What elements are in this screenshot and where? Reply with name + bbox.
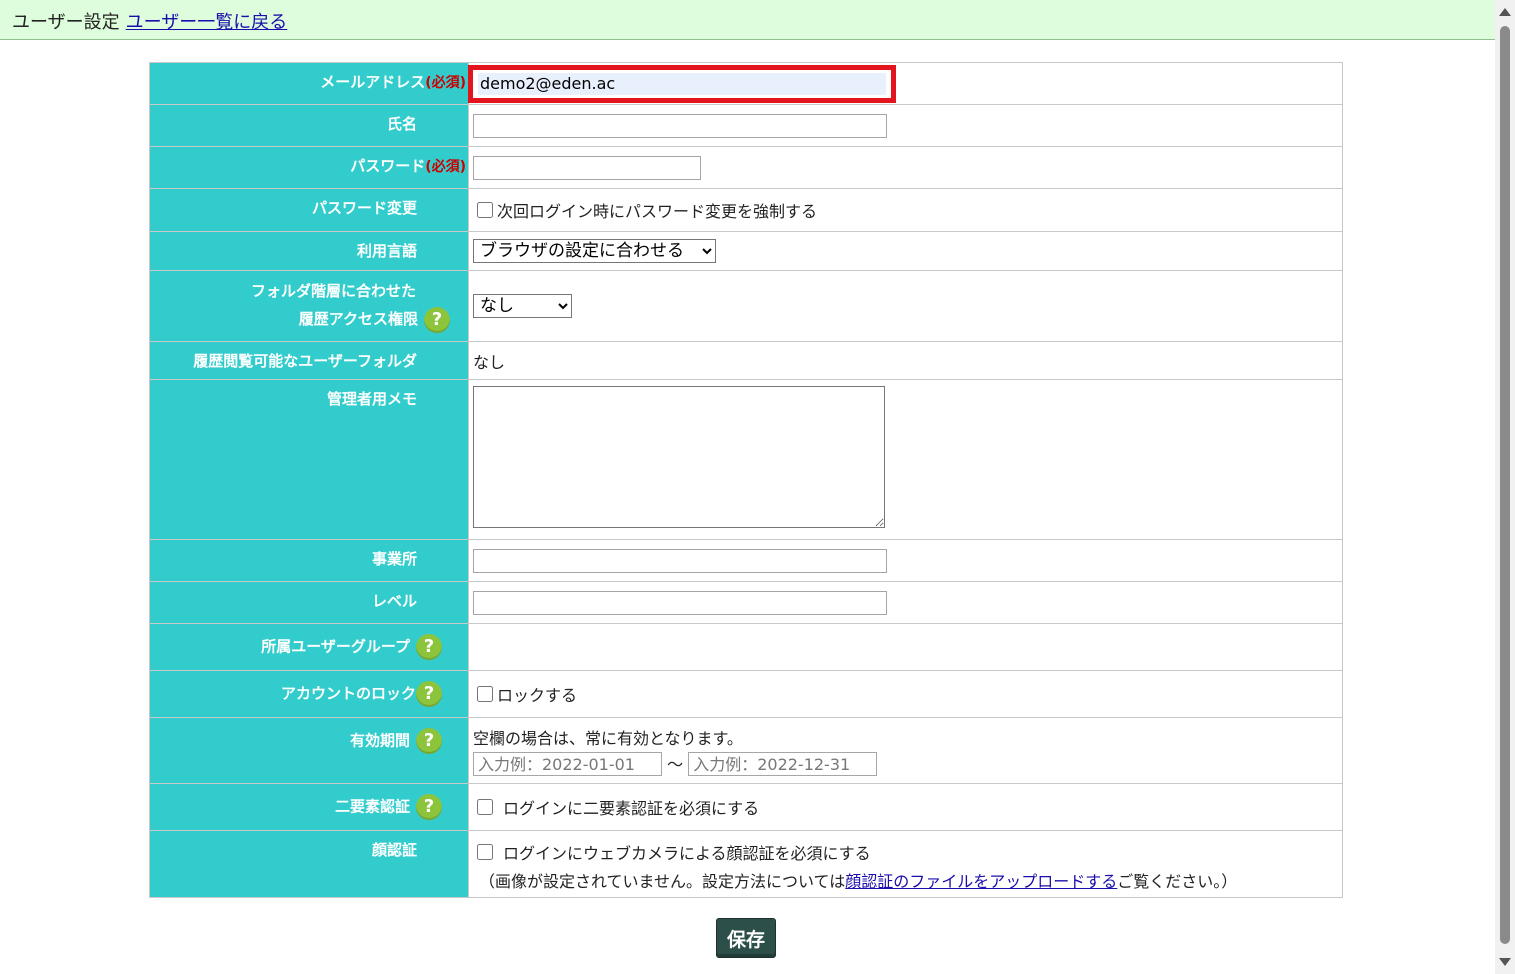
cell-level <box>468 581 1343 624</box>
folder-access-select[interactable]: なし <box>473 294 572 318</box>
cell-history-folder: なし <box>468 341 1343 380</box>
help-icon[interactable]: ? <box>416 728 442 754</box>
scroll-up-arrow-icon[interactable] <box>1499 8 1511 16</box>
row-two-factor: 二要素認証? ログインに二要素認証を必須にする <box>149 783 1343 831</box>
office-input[interactable] <box>473 548 887 573</box>
date-range-separator: ～ <box>667 754 684 774</box>
cell-user-group <box>468 623 1343 671</box>
label-email: メールアドレス(必須) <box>149 62 469 105</box>
row-email: メールアドレス(必須) <box>149 62 1343 105</box>
email-label-text: メールアドレス <box>320 73 426 91</box>
cell-admin-memo <box>468 379 1343 540</box>
two-factor-checkbox-label[interactable]: ログインに二要素認証を必須にする <box>503 795 759 819</box>
history-folder-value: なし <box>473 352 506 372</box>
email-input[interactable] <box>478 72 886 95</box>
label-account-lock: アカウントのロック? <box>149 670 469 718</box>
label-history-folder: 履歴閲覧可能なユーザーフォルダ <box>149 341 469 380</box>
row-password-change: パスワード変更 次回ログイン時にパスワード変更を強制する <box>149 188 1343 232</box>
validity-note: 空欄の場合は、常に有効となります。 <box>473 728 743 748</box>
cell-validity: 空欄の場合は、常に有効となります。 ～ <box>468 717 1343 784</box>
password-input[interactable] <box>473 155 701 180</box>
row-name: 氏名 <box>149 104 1343 147</box>
force-password-change-checkbox[interactable] <box>477 202 493 218</box>
save-button[interactable]: 保存 <box>716 918 776 958</box>
label-validity: 有効期間? <box>149 717 469 784</box>
row-admin-memo: 管理者用メモ <box>149 379 1343 540</box>
page-header: ユーザー設定 ユーザー一覧に戻る <box>0 0 1495 40</box>
label-folder-access: フォルダ階層に合わせた 履歴アクセス権限? <box>149 270 469 342</box>
folder-access-label-line2: 履歴アクセス権限 <box>298 310 418 328</box>
account-lock-label-text: アカウントのロック <box>280 684 416 703</box>
row-validity: 有効期間? 空欄の場合は、常に有効となります。 ～ <box>149 717 1343 784</box>
level-input[interactable] <box>473 590 887 615</box>
row-account-lock: アカウントのロック? ロックする <box>149 670 1343 718</box>
password-label-text: パスワード <box>350 157 426 175</box>
account-lock-checkbox[interactable] <box>477 686 493 702</box>
row-history-folder: 履歴閲覧可能なユーザーフォルダ なし <box>149 341 1343 380</box>
label-name: 氏名 <box>149 104 469 147</box>
face-auth-checkbox[interactable] <box>477 844 493 860</box>
label-password-change: パスワード変更 <box>149 188 469 232</box>
required-mark: (必須) <box>425 75 466 91</box>
help-icon[interactable]: ? <box>416 794 442 820</box>
help-icon[interactable]: ? <box>416 634 442 660</box>
label-two-factor: 二要素認証? <box>149 783 469 831</box>
validity-start-input[interactable] <box>473 752 662 777</box>
label-language: 利用言語 <box>149 231 469 271</box>
row-language: 利用言語 ブラウザの設定に合わせる <box>149 231 1343 271</box>
row-user-group: 所属ユーザーグループ? <box>149 623 1343 671</box>
language-select[interactable]: ブラウザの設定に合わせる <box>473 239 716 263</box>
scrollbar-thumb[interactable] <box>1500 26 1510 944</box>
cell-office <box>468 539 1343 582</box>
vertical-scrollbar[interactable] <box>1495 0 1515 974</box>
force-password-change-label[interactable]: 次回ログイン時にパスワード変更を強制する <box>497 198 817 222</box>
label-office: 事業所 <box>149 539 469 582</box>
account-lock-checkbox-label[interactable]: ロックする <box>497 682 577 706</box>
two-factor-checkbox[interactable] <box>477 799 493 815</box>
face-auth-checkbox-label[interactable]: ログインにウェブカメラによる顔認証を必須にする <box>503 840 871 864</box>
face-auth-note-prefix: （画像が設定されていません。設定方法については <box>479 872 846 891</box>
label-user-group: 所属ユーザーグループ? <box>149 623 469 671</box>
cell-folder-access: なし <box>468 270 1343 342</box>
cell-language: ブラウザの設定に合わせる <box>468 231 1343 271</box>
label-admin-memo: 管理者用メモ <box>149 379 469 540</box>
cell-email <box>468 62 1343 105</box>
help-icon[interactable]: ? <box>416 681 442 707</box>
label-face-auth: 顔認証 <box>149 830 469 898</box>
cell-name <box>468 104 1343 147</box>
page-title: ユーザー設定 <box>12 12 120 33</box>
folder-access-label-line1: フォルダ階層に合わせた <box>250 282 416 300</box>
face-auth-note: （画像が設定されていません。設定方法については顔認証のファイルをアップロードする… <box>473 868 1338 892</box>
cell-face-auth: ログインにウェブカメラによる顔認証を必須にする （画像が設定されていません。設定… <box>468 830 1343 898</box>
cell-password-change: 次回ログイン時にパスワード変更を強制する <box>468 188 1343 232</box>
row-office: 事業所 <box>149 539 1343 582</box>
face-auth-upload-link[interactable]: 顔認証のファイルをアップロードする <box>845 872 1117 891</box>
validity-end-input[interactable] <box>688 752 878 777</box>
row-folder-access: フォルダ階層に合わせた 履歴アクセス権限? なし <box>149 270 1343 342</box>
two-factor-label-text: 二要素認証 <box>334 797 410 816</box>
admin-memo-textarea[interactable] <box>473 386 885 528</box>
required-mark: (必須) <box>425 159 466 175</box>
name-input[interactable] <box>473 113 887 138</box>
user-settings-form: メールアドレス(必須) 氏名 パスワード(必須) パスワード変更 次回ログイン時… <box>149 62 1343 898</box>
user-group-label-text: 所属ユーザーグループ <box>261 637 410 656</box>
cell-password <box>468 146 1343 189</box>
email-highlight-box <box>468 64 896 103</box>
scroll-down-arrow-icon[interactable] <box>1499 958 1511 966</box>
back-to-user-list-link[interactable]: ユーザー一覧に戻る <box>126 12 288 33</box>
cell-two-factor: ログインに二要素認証を必須にする <box>468 783 1343 831</box>
face-auth-note-suffix: ご覧ください。） <box>1117 872 1238 891</box>
label-password: パスワード(必須) <box>149 146 469 189</box>
validity-label-text: 有効期間 <box>349 731 410 750</box>
label-level: レベル <box>149 581 469 624</box>
row-password: パスワード(必須) <box>149 146 1343 189</box>
row-level: レベル <box>149 581 1343 624</box>
cell-account-lock: ロックする <box>468 670 1343 718</box>
help-icon[interactable]: ? <box>424 306 450 333</box>
row-face-auth: 顔認証 ログインにウェブカメラによる顔認証を必須にする （画像が設定されていませ… <box>149 830 1343 898</box>
